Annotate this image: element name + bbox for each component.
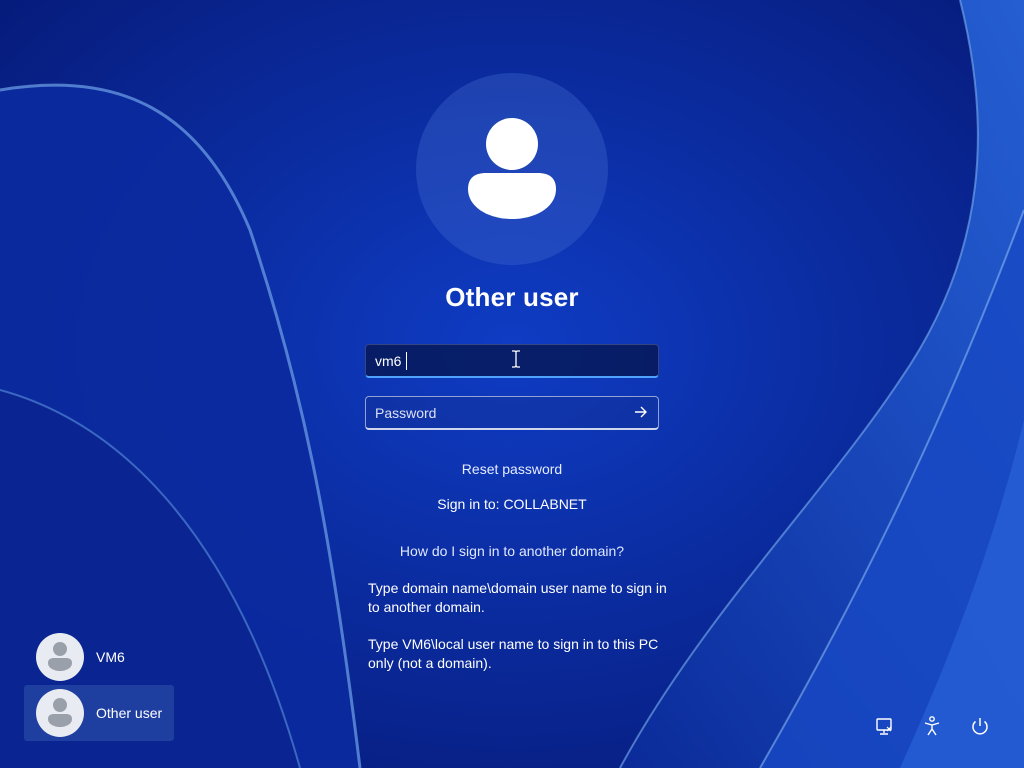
- accessibility-button[interactable]: [918, 714, 946, 740]
- username-value: vm6: [375, 353, 402, 369]
- avatar: [36, 633, 84, 681]
- arrow-right-icon[interactable]: [634, 405, 648, 419]
- network-button[interactable]: [870, 714, 898, 740]
- person-icon: [48, 698, 72, 727]
- avatar: [36, 689, 84, 737]
- ibeam-cursor-icon: [512, 350, 520, 368]
- help-text-local: Type VM6\local user name to sign in to t…: [368, 636, 659, 671]
- sign-in-domain-label: Sign in to: COLLABNET: [437, 496, 587, 512]
- person-icon: [48, 642, 72, 671]
- user-list-item-other-user[interactable]: Other user: [24, 685, 174, 741]
- accessibility-icon: [924, 716, 940, 736]
- user-list-item-vm6[interactable]: VM6: [24, 629, 174, 685]
- help-text-domain: Type domain name\domain user name to sig…: [368, 580, 667, 615]
- reset-password-link[interactable]: Reset password: [312, 461, 712, 477]
- domain-help-link[interactable]: How do I sign in to another domain?: [312, 543, 712, 559]
- user-name: Other user: [96, 705, 163, 721]
- power-icon: [972, 718, 988, 735]
- user-avatar: [416, 73, 608, 265]
- password-input[interactable]: Password: [365, 396, 659, 430]
- password-placeholder: Password: [375, 405, 437, 421]
- text-caret: [406, 352, 407, 370]
- user-name: VM6: [96, 649, 125, 665]
- power-button[interactable]: [966, 714, 994, 740]
- network-icon: [876, 718, 892, 735]
- page-title: Other user: [445, 282, 579, 312]
- person-icon: [468, 118, 556, 219]
